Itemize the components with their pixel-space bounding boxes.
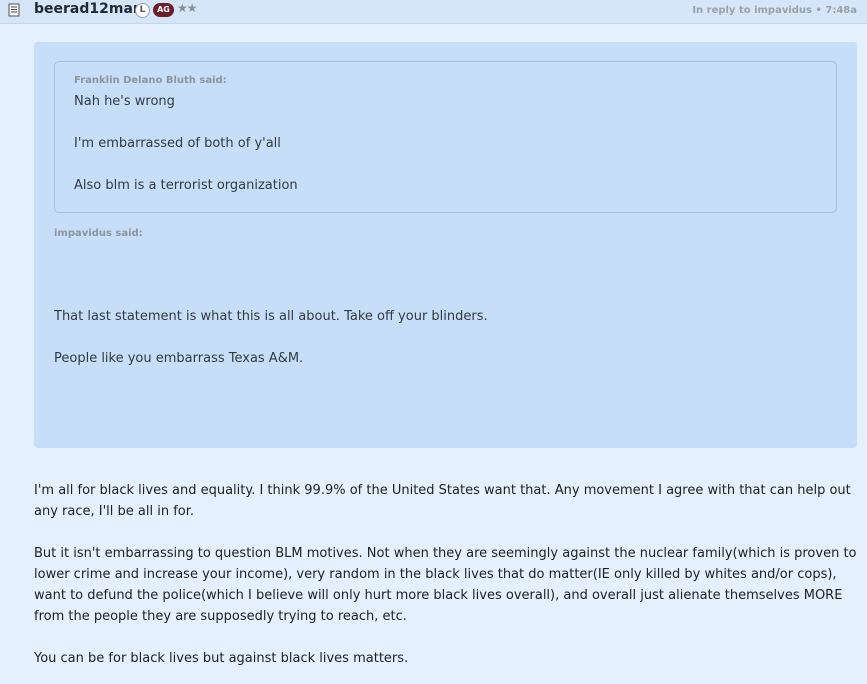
post-paragraph: I'm all for black lives and equality. I … <box>34 483 851 519</box>
outer-quote-block: Franklin Delano Bluth said: Nah he's wro… <box>34 42 857 448</box>
inner-quote-line: I'm embarrassed of both of y'all <box>74 136 281 151</box>
rating-stars: ★★ <box>177 1 197 15</box>
outer-quote-author: impavidus said: <box>54 228 143 239</box>
post-header: beerad12man L AG ★★ In reply to impavidu… <box>0 0 867 24</box>
post-paragraph: You can be for black lives but against b… <box>34 651 409 666</box>
inner-quote-line: Also blm is a terrorist organization <box>74 178 298 193</box>
ag-badge: AG <box>153 3 174 17</box>
post-time[interactable]: • 7:48a <box>812 5 857 16</box>
document-icon <box>8 3 20 17</box>
outer-quote-line: That last statement is what this is all … <box>54 309 488 324</box>
username-link[interactable]: beerad12man <box>34 1 143 17</box>
inner-quote-author: Franklin Delano Bluth said: <box>74 75 227 86</box>
inner-quote-block: Franklin Delano Bluth said: Nah he's wro… <box>54 61 837 213</box>
outer-quote-line: People like you embarrass Texas A&M. <box>54 351 304 366</box>
licensed-badge: L <box>135 3 150 18</box>
inner-quote-line: Nah he's wrong <box>74 94 175 109</box>
reply-prefix: In reply to <box>692 5 755 16</box>
reply-meta: In reply to impavidus • 7:48a <box>692 5 857 16</box>
reply-user-link[interactable]: impavidus <box>754 5 812 16</box>
post-paragraph: But it isn't embarrassing to question BL… <box>34 546 857 624</box>
